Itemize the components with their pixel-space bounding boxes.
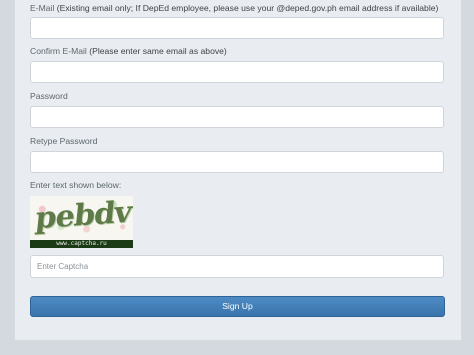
password-label: Password: [30, 91, 68, 101]
email-label-note: (Existing email only; If DepEd employee,…: [56, 3, 439, 13]
email-label: E-Mail (Existing email only; If DepEd em…: [30, 3, 438, 13]
password-field[interactable]: [30, 106, 444, 128]
retype-password-label: Retype Password: [30, 136, 98, 146]
signup-form-panel: E-Mail (Existing email only; If DepEd em…: [14, 0, 462, 341]
confirm-email-label: Confirm E-Mail (Please enter same email …: [30, 46, 227, 56]
email-field[interactable]: [30, 17, 444, 39]
captcha-input[interactable]: [30, 255, 444, 278]
captcha-word: pebdv: [33, 196, 133, 237]
confirm-email-field[interactable]: [30, 61, 444, 83]
sign-up-button[interactable]: Sign Up: [30, 296, 445, 317]
email-label-main: E-Mail: [30, 3, 55, 13]
confirm-email-label-main: Confirm E-Mail: [30, 46, 87, 56]
captcha-image: pebdv www.captcha.ru: [30, 196, 133, 248]
retype-password-field[interactable]: [30, 151, 444, 173]
captcha-watermark: www.captcha.ru: [30, 240, 133, 248]
confirm-email-label-note: (Please enter same email as above): [89, 46, 227, 56]
captcha-label: Enter text shown below:: [30, 180, 122, 190]
